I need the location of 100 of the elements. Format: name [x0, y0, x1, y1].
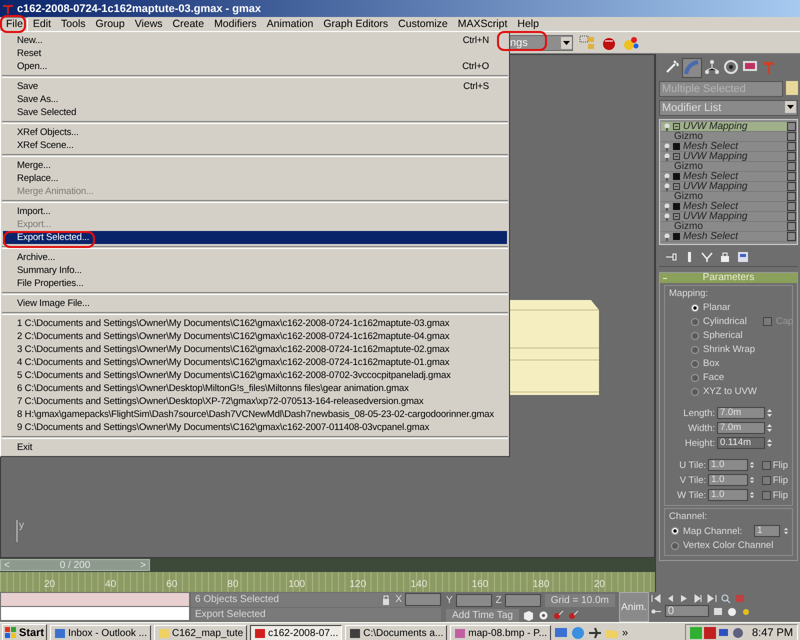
- bulb-icon[interactable]: [664, 182, 670, 190]
- airplane-icon[interactable]: [588, 626, 602, 640]
- radio-button[interactable]: [691, 346, 699, 354]
- taskbar-button[interactable]: C:\Documents a...: [345, 625, 448, 640]
- menu-item[interactable]: 5 C:\Documents and Settings\Owner\My Documents\C162\gmax\c162-2008-0702-3vccocpitpaneladj.gmax: [3, 369, 507, 382]
- coordinate-field[interactable]: [504, 594, 541, 607]
- modifier-stack-item[interactable]: Mesh Select: [661, 142, 796, 152]
- menu-item[interactable]: Animation: [262, 18, 318, 30]
- taskbar-button[interactable]: C162_map_tute: [154, 625, 248, 640]
- menu-item[interactable]: Export Selected...: [3, 231, 507, 244]
- start-button[interactable]: Start: [2, 624, 48, 640]
- spinner-arrows-icon[interactable]: [784, 526, 788, 536]
- modifier-stack-item[interactable]: UVW Mapping: [661, 182, 796, 192]
- menu-item[interactable]: Views: [130, 18, 168, 30]
- menu-item[interactable]: Save As...: [3, 93, 507, 106]
- spinner-arrows-icon[interactable]: [767, 423, 772, 433]
- last-frame-icon[interactable]: [706, 594, 717, 603]
- menu-item[interactable]: Group: [90, 18, 130, 30]
- collapse-box-icon[interactable]: [673, 213, 680, 220]
- menu-item[interactable]: XRef Objects...: [3, 126, 507, 139]
- spinner-arrows-icon[interactable]: [767, 438, 772, 448]
- checkbox[interactable]: [762, 476, 771, 484]
- app-icon[interactable]: [2, 2, 14, 14]
- bulb-icon[interactable]: [664, 172, 670, 180]
- menu-item[interactable]: Create: [168, 18, 210, 30]
- menu-item[interactable]: Import...: [3, 205, 507, 218]
- script-listener-field[interactable]: [1, 607, 189, 620]
- bulb-icon[interactable]: [664, 202, 670, 210]
- bulb-icon[interactable]: [664, 152, 670, 160]
- panel-tab[interactable]: [722, 58, 740, 76]
- modifier-stack-item[interactable]: Gizmo: [661, 132, 796, 142]
- menu-item[interactable]: Modifiers: [209, 18, 262, 30]
- menu-item[interactable]: 8 H:\gmax\gamepacks\FlightSim\Dash7source\Dash7VCNewMdl\Dash7newbasis_08-05-23-02-cargodoorinner.gmax: [3, 408, 507, 421]
- checkbox[interactable]: [762, 460, 771, 470]
- menu-item[interactable]: Graph Editors: [318, 18, 394, 30]
- menu-item[interactable]: Tools: [56, 18, 91, 30]
- bulb-icon[interactable]: [664, 122, 670, 130]
- more-button[interactable]: »: [622, 627, 628, 639]
- modifier-stack-item[interactable]: Gizmo: [661, 162, 796, 172]
- fork-icon[interactable]: [701, 251, 713, 263]
- modifier-stack-item[interactable]: UVW Mapping: [661, 212, 796, 222]
- play-icon[interactable]: [678, 594, 689, 603]
- spinner-arrows-icon[interactable]: [767, 408, 772, 418]
- tray-app-icon[interactable]: [704, 627, 716, 639]
- lock-icon[interactable]: [381, 594, 392, 605]
- spinner-arrows-icon[interactable]: [750, 460, 754, 470]
- grid-icon[interactable]: [579, 34, 595, 50]
- menu-item[interactable]: 1 C:\Documents and Settings\Owner\My Documents\C162\gmax\c162-2008-0724-1c162maptute-03.gmax: [3, 317, 507, 330]
- menu-item[interactable]: File Properties...: [3, 277, 507, 290]
- radio-button[interactable]: [691, 318, 699, 326]
- modifier-stack-item[interactable]: UVW Mapping: [661, 122, 796, 132]
- modifier-stack-item[interactable]: Mesh Select: [661, 202, 796, 212]
- checkbox[interactable]: [762, 490, 771, 500]
- bulb-icon[interactable]: [664, 232, 670, 240]
- spinner-arrows-icon[interactable]: [750, 475, 754, 485]
- menu-item[interactable]: 7 C:\Documents and Settings\Owner\Desktop\XP-72\gmax\xp72-070513-164-releasedversion.gmax: [3, 395, 507, 408]
- menu-item[interactable]: 2 C:\Documents and Settings\Owner\My Documents\C162\gmax\c162-2008-0724-1c162maptute-04.gmax: [3, 330, 507, 343]
- coordinate-field[interactable]: [456, 594, 492, 607]
- pin-icon[interactable]: [665, 251, 677, 263]
- modifier-stack-item[interactable]: Gizmo: [661, 192, 796, 202]
- coordinate-field[interactable]: [405, 593, 441, 606]
- menu-item[interactable]: 4 C:\Documents and Settings\Owner\My Documents\C162\gmax\c162-2008-0724-1c162maptute-01.gmax: [3, 356, 507, 369]
- menu-item[interactable]: Save Ctrl+S: [3, 80, 507, 93]
- collapse-box-icon[interactable]: [673, 123, 680, 130]
- menu-item[interactable]: MAXScript: [452, 18, 512, 30]
- menu-item[interactable]: Replace...: [3, 172, 507, 185]
- modifier-stack-item[interactable]: Mesh Select: [661, 232, 796, 242]
- radio-button[interactable]: [691, 374, 699, 382]
- radio-button[interactable]: [691, 304, 699, 312]
- menu-item[interactable]: 6 C:\Documents and Settings\Owner\Desktop\MiltonG!s_files\Miltonns files\gear animation.gmax: [3, 382, 507, 395]
- radio-button[interactable]: [671, 542, 679, 550]
- menu-item[interactable]: Merge...: [3, 159, 507, 172]
- menu-item[interactable]: View Image File...: [3, 297, 507, 310]
- first-frame-icon[interactable]: [650, 594, 661, 603]
- menu-item[interactable]: Archive...: [3, 251, 507, 264]
- menu-item[interactable]: Help: [512, 18, 544, 30]
- spinner-arrows-icon[interactable]: [750, 490, 754, 500]
- menu-item[interactable]: 3 C:\Documents and Settings\Owner\My Documents\C162\gmax\c162-2008-0724-1c162maptute-02.gmax: [3, 343, 507, 356]
- radio-button[interactable]: [691, 332, 699, 340]
- next-frame-icon[interactable]: [692, 594, 703, 603]
- spheres-icon[interactable]: [623, 34, 639, 50]
- modifier-stack-item[interactable]: UVW Mapping: [661, 152, 796, 162]
- taskbar-button[interactable]: c162-2008-07...: [250, 625, 342, 640]
- bulb-icon[interactable]: [664, 142, 670, 150]
- bulb-icon[interactable]: [664, 212, 670, 220]
- modifier-stack-item[interactable]: Gizmo: [661, 222, 796, 232]
- menu-item[interactable]: Open... Ctrl+O: [3, 60, 507, 73]
- radio-button[interactable]: [691, 388, 699, 396]
- collapse-box-icon[interactable]: [673, 183, 680, 190]
- lock-icon[interactable]: [719, 251, 731, 263]
- menu-item[interactable]: 9 C:\Documents and Settings\Owner\My Documents\C162\gmax\c162-2007-011408-03vcpanel.gmax: [3, 421, 507, 434]
- menu-item[interactable]: Exit: [3, 441, 507, 454]
- modifier-stack-item[interactable]: Mesh Select: [661, 172, 796, 182]
- radio-button[interactable]: [691, 360, 699, 368]
- menu-item[interactable]: Customize: [393, 18, 453, 30]
- desktop-icon[interactable]: [554, 626, 568, 640]
- taskbar-button[interactable]: Inbox - Outlook ...: [50, 625, 151, 640]
- taskbar-button[interactable]: map-08.bmp - P...: [450, 625, 552, 640]
- radio-button[interactable]: [671, 527, 679, 535]
- menu-item[interactable]: Summary Info...: [3, 264, 507, 277]
